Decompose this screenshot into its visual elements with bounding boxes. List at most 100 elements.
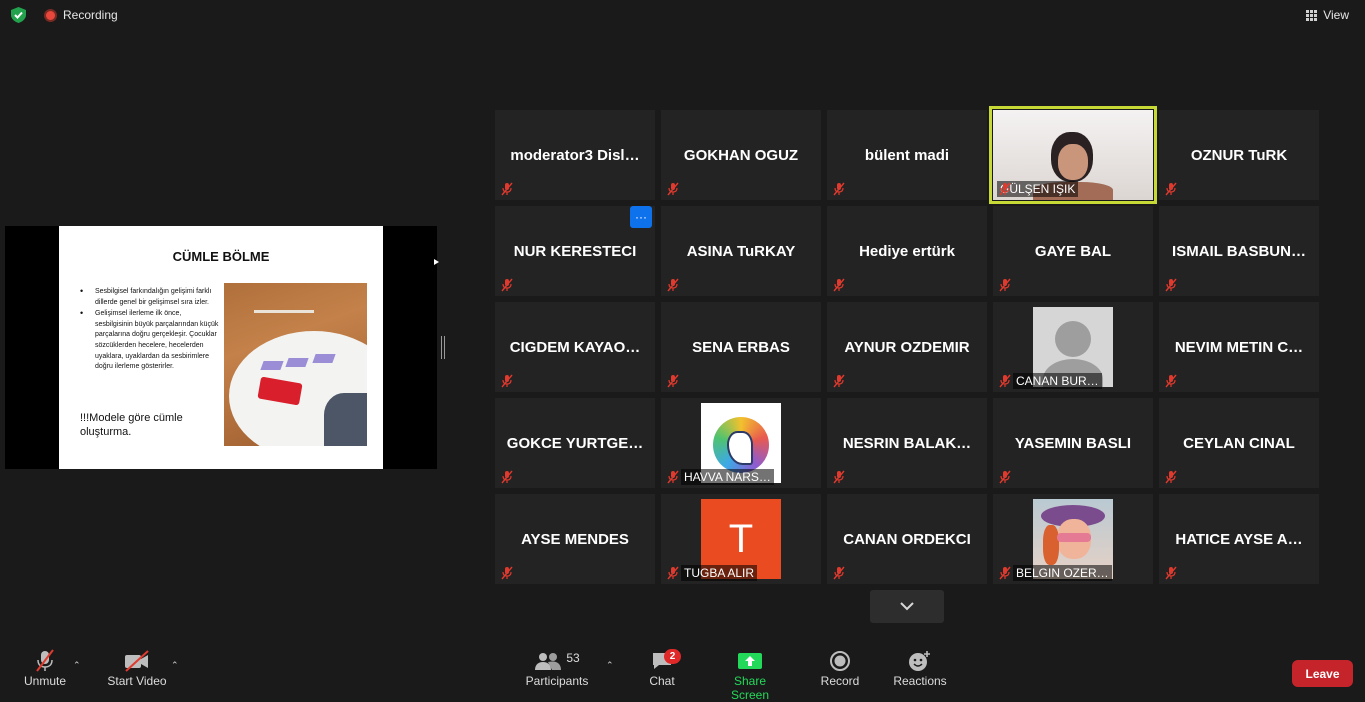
chevron-down-icon (900, 602, 914, 611)
slide-bullet: Sesbilgisel farkındalığın gelişimi farkl… (79, 286, 219, 308)
record-icon (819, 648, 861, 674)
camera-off-icon (105, 648, 169, 674)
participant-tile[interactable]: CEYLAN CINAL (1159, 398, 1319, 488)
participant-name: AYNUR OZDEMIR (844, 338, 970, 356)
participant-name-label: TUGBA ALIR (681, 565, 758, 581)
audio-options-caret-icon[interactable]: ⌃ (73, 660, 81, 671)
chair-shape (254, 283, 314, 313)
participant-name: OZNUR TuRK (1190, 146, 1288, 164)
top-bar: Recording View (0, 0, 1365, 30)
split-divider-handle[interactable] (441, 336, 445, 359)
participant-name: ASINA TuRKAY (686, 242, 796, 260)
participant-tile[interactable]: T TUGBA ALIR (661, 494, 821, 584)
participants-button[interactable]: 53 Participants (524, 648, 590, 688)
participant-name-label: CANAN BUR… (1013, 373, 1102, 389)
participant-name: CEYLAN CINAL (1183, 434, 1295, 452)
grid-icon (1306, 9, 1318, 21)
participant-name: bülent madi (864, 146, 950, 164)
muted-microphone-icon (500, 470, 514, 484)
participant-tile[interactable]: Hediye ertürk (827, 206, 987, 296)
participant-tile[interactable]: HAVVA NARS… (661, 398, 821, 488)
participants-label: Participants (525, 674, 589, 688)
person-face-shape (1058, 144, 1088, 180)
participant-tile[interactable]: GOKHAN OGUZ (661, 110, 821, 200)
chat-label: Chat (649, 674, 675, 688)
next-page-button[interactable] (870, 590, 944, 623)
participant-tile[interactable]: GÜLŞEN IŞIK (989, 106, 1157, 204)
participant-tile[interactable]: AYSE MENDES (495, 494, 655, 584)
participant-tile[interactable]: CIGDEM KAYAO… (495, 302, 655, 392)
microphone-muted-icon (20, 648, 70, 674)
share-screen-button[interactable]: Share Screen (714, 648, 786, 702)
muted-microphone-icon (500, 374, 514, 388)
card-shape (285, 358, 309, 367)
participant-tile[interactable]: GAYE BAL (993, 206, 1153, 296)
participant-name: CIGDEM KAYAO… (509, 338, 641, 356)
shared-screen[interactable]: CÜMLE BÖLME Sesbilgisel farkındalığın ge… (5, 226, 439, 469)
start-video-button[interactable]: Start Video (105, 648, 169, 688)
participant-tile[interactable]: AYNUR OZDEMIR (827, 302, 987, 392)
participants-count: 53 (566, 651, 580, 665)
participant-name-label: BELGIN OZER… (1013, 565, 1112, 581)
child-shape (324, 393, 367, 446)
muted-microphone-icon (500, 182, 514, 196)
participant-tile[interactable]: CANAN BUR… (993, 302, 1153, 392)
shield-check-icon[interactable] (11, 7, 26, 23)
record-label: Record (820, 674, 860, 688)
record-button[interactable]: Record (819, 648, 861, 688)
muted-microphone-icon (832, 278, 846, 292)
muted-microphone-icon (832, 566, 846, 580)
participant-tile[interactable]: NEVIM METIN C… (1159, 302, 1319, 392)
participant-tile[interactable]: GOKCE YURTGE… (495, 398, 655, 488)
presentation-slide: CÜMLE BÖLME Sesbilgisel farkındalığın ge… (59, 226, 383, 469)
muted-microphone-icon (998, 182, 1012, 196)
card-shape (312, 354, 336, 363)
slide-photo (224, 283, 367, 446)
unmute-button[interactable]: Unmute (20, 648, 70, 688)
participant-name: moderator3 Disl… (510, 146, 640, 164)
slide-next-arrow-icon[interactable] (434, 259, 439, 265)
participant-tile[interactable]: YASEMIN BASLI (993, 398, 1153, 488)
share-screen-icon (714, 648, 786, 674)
hair-shape (1043, 525, 1059, 565)
muted-microphone-icon (1164, 470, 1178, 484)
view-button[interactable]: View (1300, 4, 1355, 26)
muted-microphone-icon (832, 374, 846, 388)
muted-microphone-icon (500, 566, 514, 580)
card-shape (260, 361, 284, 370)
participant-name: Hediye ertürk (859, 242, 955, 260)
muted-microphone-icon (500, 278, 514, 292)
participant-tile[interactable]: BELGIN OZER… (993, 494, 1153, 584)
muted-microphone-icon (666, 470, 680, 484)
participant-name: ISMAIL BASBUN… (1172, 242, 1306, 260)
start-video-label: Start Video (107, 674, 167, 688)
reactions-button[interactable]: Reactions (892, 648, 948, 688)
participant-tile[interactable]: SENA ERBAS (661, 302, 821, 392)
participant-tile[interactable]: CANAN ORDEKCI (827, 494, 987, 584)
muted-microphone-icon (666, 182, 680, 196)
view-label: View (1323, 8, 1349, 22)
participant-tile[interactable]: bülent madi (827, 110, 987, 200)
participant-more-button[interactable]: ··· (630, 206, 652, 228)
leave-button[interactable]: Leave (1292, 660, 1353, 687)
participant-tile[interactable]: OZNUR TuRK (1159, 110, 1319, 200)
share-screen-label: Share Screen (730, 674, 770, 702)
people-icon (535, 653, 562, 670)
participant-tile[interactable]: NESRIN BALAK… (827, 398, 987, 488)
muted-microphone-icon (666, 374, 680, 388)
participant-tile[interactable]: ASINA TuRKAY (661, 206, 821, 296)
participant-name: GAYE BAL (1034, 242, 1112, 260)
video-options-caret-icon[interactable]: ⌃ (171, 660, 179, 671)
participants-options-caret-icon[interactable]: ⌃ (606, 660, 614, 671)
muted-microphone-icon (998, 566, 1012, 580)
participant-tile[interactable]: ISMAIL BASBUN… (1159, 206, 1319, 296)
participants-icon-row: 53 (524, 648, 590, 674)
participant-tile[interactable]: moderator3 Disl… (495, 110, 655, 200)
participant-name: YASEMIN BASLI (1014, 434, 1132, 452)
participant-tile[interactable]: HATICE AYSE A… (1159, 494, 1319, 584)
participant-name-label: HAVVA NARS… (681, 469, 774, 485)
sunglasses-shape (1057, 533, 1091, 542)
participant-tile[interactable]: NUR KERESTECI ··· (495, 206, 655, 296)
participant-name: GOKHAN OGUZ (683, 146, 799, 164)
recording-label[interactable]: Recording (63, 8, 118, 22)
